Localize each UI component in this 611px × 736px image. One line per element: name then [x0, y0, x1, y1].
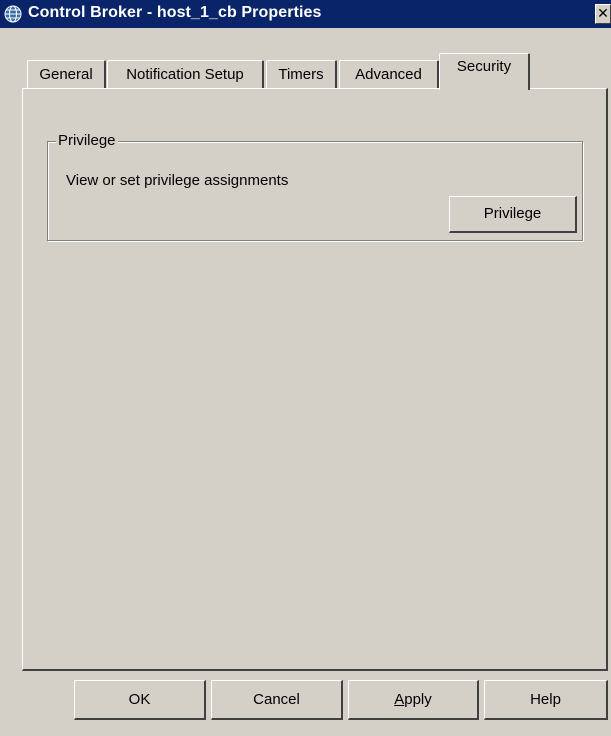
tab-notification-setup[interactable]: Notification Setup — [107, 60, 264, 88]
ok-button[interactable]: OK — [74, 680, 206, 720]
tab-timers[interactable]: Timers — [266, 60, 337, 88]
tab-label: Timers — [278, 66, 324, 83]
privilege-description: View or set privilege assignments — [66, 172, 289, 189]
tab-label: Security — [456, 58, 512, 75]
tab-label: Notification Setup — [126, 66, 244, 83]
tab-label: Advanced — [355, 66, 422, 83]
tab-security[interactable]: Security — [439, 53, 530, 90]
cancel-button[interactable]: Cancel — [211, 680, 343, 720]
privilege-group-title: Privilege — [56, 132, 118, 149]
apply-label: pply — [404, 691, 432, 708]
close-icon[interactable]: ✕ — [595, 4, 611, 24]
globe-icon — [4, 5, 22, 23]
tab-advanced[interactable]: Advanced — [339, 60, 439, 88]
apply-button[interactable]: Apply — [348, 680, 479, 720]
apply-mnemonic: A — [394, 691, 405, 708]
privilege-button[interactable]: Privilege — [449, 196, 577, 233]
help-button[interactable]: Help — [484, 680, 608, 720]
properties-dialog: Control Broker - host_1_cb Properties ✕ … — [0, 0, 611, 736]
tab-label: General — [39, 66, 93, 83]
window-title: Control Broker - host_1_cb Properties — [28, 4, 322, 21]
title-bar[interactable]: Control Broker - host_1_cb Properties ✕ — [0, 0, 611, 28]
tab-general[interactable]: General — [27, 60, 106, 88]
